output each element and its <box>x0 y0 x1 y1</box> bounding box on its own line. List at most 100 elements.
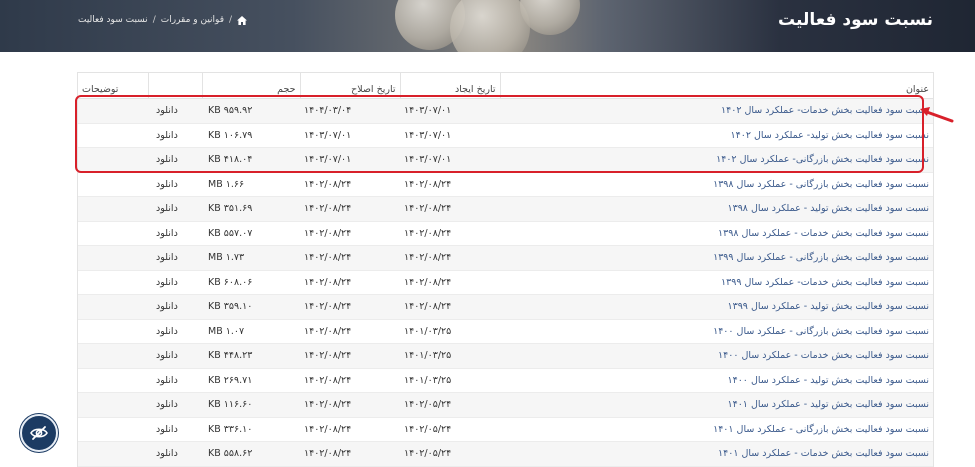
column-header-notes[interactable]: توضیحات <box>78 73 148 99</box>
page-title: نسبت سود فعالیت <box>778 10 933 30</box>
file-title-link[interactable]: نسبت سود فعالیت بخش بازرگانی - عملکرد سا… <box>500 172 933 197</box>
created-date: ۱۴۰۱/۰۳/۲۵ <box>400 343 500 369</box>
file-size: KB ۱۱۶.۶۰ <box>202 392 300 418</box>
notes-cell <box>78 441 148 467</box>
file-title-link[interactable]: نسبت سود فعالیت بخش تولید - عملکرد سال ۱… <box>500 368 933 393</box>
file-title-link[interactable]: نسبت سود فعالیت بخش خدمات - عملکرد سال ۱… <box>500 441 933 467</box>
table-row: نسبت سود فعالیت بخش بازرگانی - عملکرد سا… <box>78 319 933 344</box>
notes-cell <box>78 221 148 246</box>
table-row: نسبت سود فعالیت بخش تولید - عملکرد سال ۱… <box>78 392 933 418</box>
download-link[interactable]: دانلود <box>148 147 202 173</box>
download-link[interactable]: دانلود <box>148 441 202 467</box>
download-link[interactable]: دانلود <box>148 245 202 271</box>
table-header-row: عنوان تاریخ ایجاد تاریخ اصلاح حجم توضیحا… <box>78 73 933 99</box>
download-link[interactable]: دانلود <box>148 319 202 344</box>
file-title-link[interactable]: نسبت سود فعالیت بخش تولید- عملکرد سال ۱۴… <box>500 123 933 148</box>
created-date: ۱۴۰۳/۰۷/۰۱ <box>400 147 500 173</box>
created-date: ۱۴۰۳/۰۷/۰۱ <box>400 98 500 124</box>
table-row: نسبت سود فعالیت بخش بازرگانی- عملکرد سال… <box>78 147 933 173</box>
breadcrumb-item-rules[interactable]: قوانین و مقررات <box>161 15 224 25</box>
file-size: MB ۱.۰۷ <box>202 319 300 344</box>
modified-date: ۱۴۰۲/۰۸/۲۴ <box>300 441 400 467</box>
page-hero: نسبت سود فعالیت / قوانین و مقررات / نسبت… <box>0 0 975 52</box>
table-row: نسبت سود فعالیت بخش بازرگانی - عملکرد سا… <box>78 172 933 197</box>
modified-date: ۱۴۰۲/۰۸/۲۴ <box>300 294 400 320</box>
file-size: KB ۹۵۹.۹۲ <box>202 98 300 124</box>
created-date: ۱۴۰۲/۰۸/۲۴ <box>400 196 500 222</box>
download-link[interactable]: دانلود <box>148 196 202 222</box>
file-title-link[interactable]: نسبت سود فعالیت بخش تولید - عملکرد سال ۱… <box>500 392 933 418</box>
table-row: نسبت سود فعالیت بخش تولید - عملکرد سال ۱… <box>78 368 933 393</box>
modified-date: ۱۴۰۲/۰۸/۲۴ <box>300 319 400 344</box>
table-row: نسبت سود فعالیت بخش خدمات- عملکرد سال ۱۳… <box>78 270 933 295</box>
download-link[interactable]: دانلود <box>148 368 202 393</box>
notes-cell <box>78 343 148 369</box>
file-title-link[interactable]: نسبت سود فعالیت بخش بازرگانی- عملکرد سال… <box>500 147 933 173</box>
download-link[interactable]: دانلود <box>148 123 202 148</box>
created-date: ۱۴۰۲/۰۵/۲۴ <box>400 441 500 467</box>
modified-date: ۱۴۰۲/۰۸/۲۴ <box>300 245 400 271</box>
download-link[interactable]: دانلود <box>148 98 202 124</box>
file-size: KB ۴۱۸.۰۴ <box>202 147 300 173</box>
modified-date: ۱۴۰۲/۰۸/۲۴ <box>300 368 400 393</box>
coin-image <box>450 0 530 52</box>
notes-cell <box>78 368 148 393</box>
column-header-created[interactable]: تاریخ ایجاد <box>399 73 500 99</box>
download-link[interactable]: دانلود <box>148 221 202 246</box>
breadcrumb-separator: / <box>229 15 233 25</box>
file-size: KB ۶۰۸.۰۶ <box>202 270 300 295</box>
table-row: نسبت سود فعالیت بخش خدمات - عملکرد سال ۱… <box>78 343 933 369</box>
file-title-link[interactable]: نسبت سود فعالیت بخش بازرگانی - عملکرد سا… <box>500 245 933 271</box>
notes-cell <box>78 392 148 418</box>
file-title-link[interactable]: نسبت سود فعالیت بخش خدمات- عملکرد سال ۱۳… <box>500 270 933 295</box>
breadcrumb-separator: / <box>152 15 156 25</box>
file-title-link[interactable]: نسبت سود فعالیت بخش تولید - عملکرد سال ۱… <box>500 294 933 320</box>
file-title-link[interactable]: نسبت سود فعالیت بخش خدمات - عملکرد سال ۱… <box>500 221 933 246</box>
file-title-link[interactable]: نسبت سود فعالیت بخش خدمات- عملکرد سال ۱۴… <box>500 98 933 124</box>
download-link[interactable]: دانلود <box>148 172 202 197</box>
download-link[interactable]: دانلود <box>148 270 202 295</box>
created-date: ۱۴۰۳/۰۷/۰۱ <box>400 123 500 148</box>
notes-cell <box>78 417 148 442</box>
table-row: نسبت سود فعالیت بخش تولید - عملکرد سال ۱… <box>78 196 933 222</box>
file-title-link[interactable]: نسبت سود فعالیت بخش بازرگانی - عملکرد سا… <box>500 417 933 442</box>
notes-cell <box>78 270 148 295</box>
download-link[interactable]: دانلود <box>148 294 202 320</box>
table-row: نسبت سود فعالیت بخش تولید - عملکرد سال ۱… <box>78 294 933 320</box>
eye-slash-icon <box>30 426 48 440</box>
column-header-download <box>147 73 202 99</box>
file-size: MB ۱.۷۳ <box>202 245 300 271</box>
created-date: ۱۴۰۲/۰۸/۲۴ <box>400 270 500 295</box>
file-title-link[interactable]: نسبت سود فعالیت بخش تولید - عملکرد سال ۱… <box>500 196 933 222</box>
table-row: نسبت سود فعالیت بخش خدمات- عملکرد سال ۱۴… <box>78 98 933 124</box>
modified-date: ۱۴۰۳/۰۷/۰۱ <box>300 123 400 148</box>
notes-cell <box>78 196 148 222</box>
table-row: نسبت سود فعالیت بخش خدمات - عملکرد سال ۱… <box>78 441 933 467</box>
file-size: KB ۵۵۸.۶۲ <box>202 441 300 467</box>
accessibility-button[interactable] <box>20 414 58 452</box>
modified-date: ۱۴۰۲/۰۸/۲۴ <box>300 221 400 246</box>
download-link[interactable]: دانلود <box>148 343 202 369</box>
download-link[interactable]: دانلود <box>148 417 202 442</box>
notes-cell <box>78 98 148 124</box>
column-header-title[interactable]: عنوان <box>499 73 933 99</box>
created-date: ۱۴۰۲/۰۸/۲۴ <box>400 245 500 271</box>
file-title-link[interactable]: نسبت سود فعالیت بخش خدمات - عملکرد سال ۱… <box>500 343 933 369</box>
modified-date: ۱۴۰۲/۰۸/۲۴ <box>300 172 400 197</box>
modified-date: ۱۴۰۲/۰۸/۲۴ <box>300 196 400 222</box>
download-link[interactable]: دانلود <box>148 392 202 418</box>
notes-cell <box>78 123 148 148</box>
created-date: ۱۴۰۲/۰۸/۲۴ <box>400 294 500 320</box>
notes-cell <box>78 294 148 320</box>
file-title-link[interactable]: نسبت سود فعالیت بخش بازرگانی - عملکرد سا… <box>500 319 933 344</box>
table-row: نسبت سود فعالیت بخش خدمات - عملکرد سال ۱… <box>78 221 933 246</box>
created-date: ۱۴۰۲/۰۵/۲۴ <box>400 417 500 442</box>
file-size: MB ۱.۶۶ <box>202 172 300 197</box>
file-size: KB ۳۵۹.۱۰ <box>202 294 300 320</box>
breadcrumb: / قوانین و مقررات / نسبت سود فعالیت <box>78 15 248 25</box>
column-header-size[interactable]: حجم <box>201 73 300 99</box>
home-icon[interactable] <box>237 15 248 25</box>
created-date: ۱۴۰۱/۰۳/۲۵ <box>400 368 500 393</box>
created-date: ۱۴۰۲/۰۸/۲۴ <box>400 172 500 197</box>
column-header-modified[interactable]: تاریخ اصلاح <box>299 73 400 99</box>
